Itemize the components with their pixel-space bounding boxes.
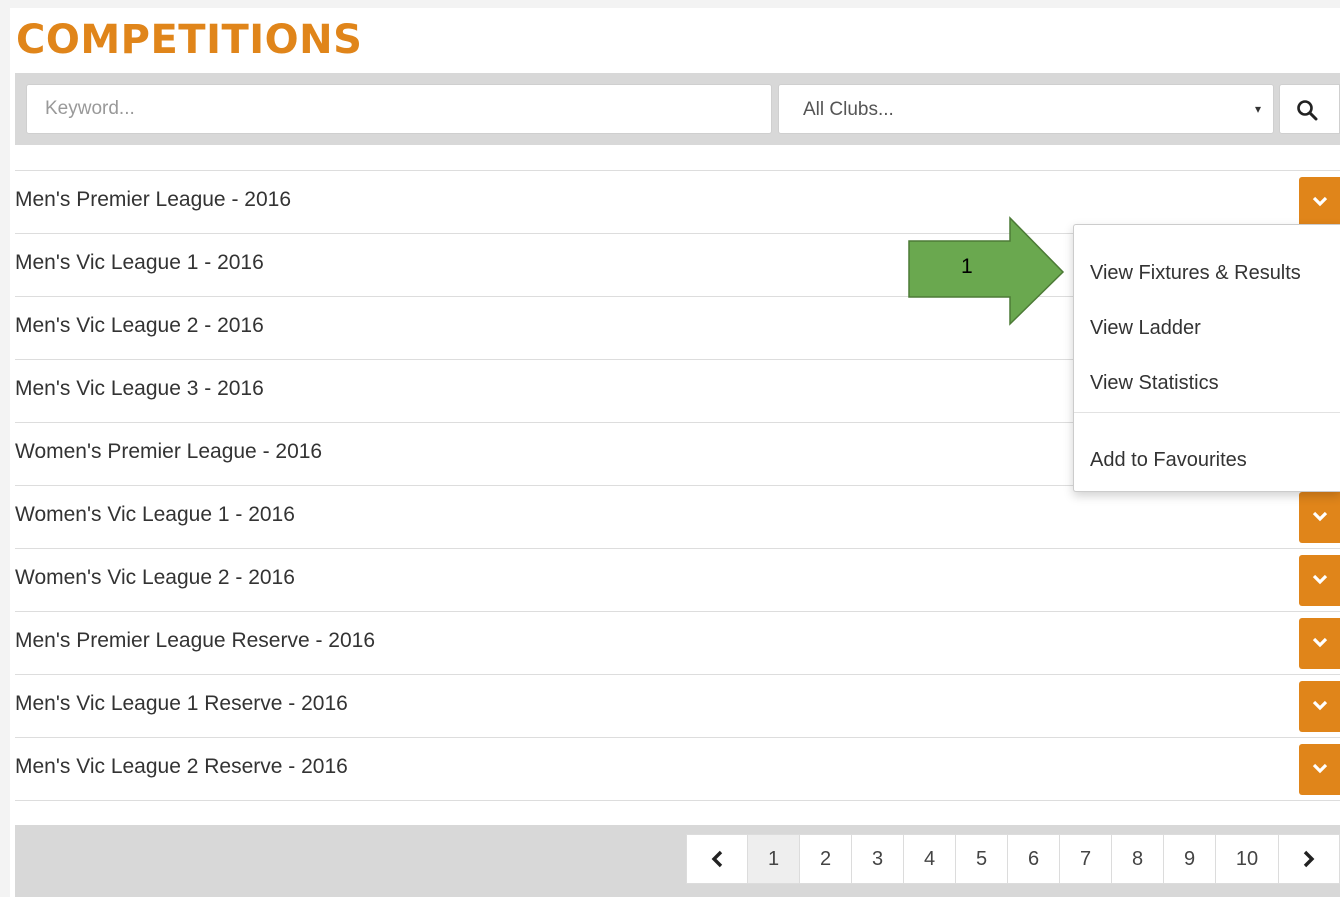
- pagination: 1 2 3 4 5 6 7 8 9 10: [686, 834, 1340, 884]
- page-7-button[interactable]: 7: [1059, 834, 1112, 884]
- menu-divider: [1074, 412, 1340, 413]
- search-bar: All Clubs... ▾: [15, 73, 1340, 145]
- list-item: Men's Premier League Reserve - 2016: [15, 611, 1340, 674]
- next-page-button[interactable]: [1278, 834, 1340, 884]
- page-2-button[interactable]: 2: [799, 834, 852, 884]
- page-8-button[interactable]: 8: [1111, 834, 1164, 884]
- select-caret-icon: ▾: [1254, 102, 1261, 116]
- add-to-favourites-item[interactable]: Add to Favourites: [1090, 449, 1247, 472]
- competition-name[interactable]: Men's Vic League 1 - 2016: [15, 251, 264, 275]
- competition-dropdown-menu: View Fixtures & Results View Ladder View…: [1073, 224, 1340, 492]
- club-select[interactable]: All Clubs... ▾: [778, 84, 1274, 134]
- page-1-button[interactable]: 1: [747, 834, 800, 884]
- page-9-button[interactable]: 9: [1163, 834, 1216, 884]
- competition-name[interactable]: Men's Vic League 2 - 2016: [15, 314, 264, 338]
- dropdown-button[interactable]: [1299, 681, 1340, 732]
- competition-name[interactable]: Women's Premier League - 2016: [15, 440, 322, 464]
- page-title: COMPETITIONS: [16, 17, 363, 63]
- chevron-down-icon: [1312, 511, 1328, 522]
- page-3-button[interactable]: 3: [851, 834, 904, 884]
- competition-name[interactable]: Men's Vic League 3 - 2016: [15, 377, 264, 401]
- club-select-value: All Clubs...: [803, 99, 894, 120]
- list-item: Men's Vic League 1 Reserve - 2016: [15, 674, 1340, 737]
- chevron-down-icon: [1312, 574, 1328, 585]
- competition-name[interactable]: Men's Premier League Reserve - 2016: [15, 629, 375, 653]
- page-5-button[interactable]: 5: [955, 834, 1008, 884]
- chevron-down-icon: [1312, 700, 1328, 711]
- dropdown-button[interactable]: [1299, 744, 1340, 795]
- chevron-left-icon: [711, 850, 723, 868]
- prev-page-button[interactable]: [686, 834, 748, 884]
- list-item: Women's Vic League 2 - 2016: [15, 548, 1340, 611]
- chevron-down-icon: [1312, 196, 1328, 207]
- list-item: Men's Vic League 2 Reserve - 2016: [15, 737, 1340, 801]
- competition-name[interactable]: Men's Vic League 2 Reserve - 2016: [15, 755, 348, 779]
- competition-name[interactable]: Women's Vic League 1 - 2016: [15, 503, 295, 527]
- view-fixtures-results-item[interactable]: View Fixtures & Results: [1090, 262, 1301, 285]
- competition-name[interactable]: Men's Vic League 1 Reserve - 2016: [15, 692, 348, 716]
- pagination-bar: 1 2 3 4 5 6 7 8 9 10: [15, 825, 1340, 897]
- dropdown-button[interactable]: [1299, 555, 1340, 606]
- dropdown-button[interactable]: [1299, 618, 1340, 669]
- view-ladder-item[interactable]: View Ladder: [1090, 317, 1201, 340]
- dropdown-button[interactable]: [1299, 492, 1340, 543]
- competition-name[interactable]: Women's Vic League 2 - 2016: [15, 566, 295, 590]
- chevron-down-icon: [1312, 763, 1328, 774]
- view-statistics-item[interactable]: View Statistics: [1090, 372, 1219, 395]
- search-icon: [1297, 100, 1318, 121]
- page-10-button[interactable]: 10: [1215, 834, 1279, 884]
- competition-name[interactable]: Men's Premier League - 2016: [15, 188, 291, 212]
- annotation-arrow-icon: [908, 216, 1065, 326]
- keyword-input[interactable]: [26, 84, 772, 134]
- list-item: Women's Vic League 1 - 2016: [15, 485, 1340, 548]
- annotation-label: 1: [961, 255, 973, 278]
- dropdown-button[interactable]: [1299, 177, 1340, 228]
- page-6-button[interactable]: 6: [1007, 834, 1060, 884]
- search-button[interactable]: [1279, 84, 1340, 134]
- chevron-down-icon: [1312, 637, 1328, 648]
- page-4-button[interactable]: 4: [903, 834, 956, 884]
- chevron-right-icon: [1303, 850, 1315, 868]
